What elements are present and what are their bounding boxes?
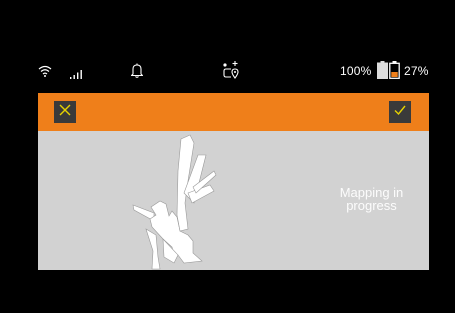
battery-2-percentage: 27% — [404, 64, 429, 78]
cancel-button[interactable] — [54, 101, 76, 123]
battery-icon — [389, 61, 400, 84]
wifi-icon — [38, 64, 52, 82]
map-area: Mapping in progress — [38, 131, 429, 270]
screen: 100% 27% Mapping in progress — [0, 0, 455, 313]
bell-icon — [130, 63, 144, 83]
mapping-status-message: Mapping in progress — [339, 185, 404, 213]
cellular-signal-icon — [70, 66, 84, 84]
battery-1-percentage: 100% — [340, 64, 372, 78]
map-scan-region — [145, 228, 161, 270]
checkmark-icon — [393, 103, 407, 122]
battery-icon — [377, 61, 388, 84]
robot-location-icon — [221, 60, 241, 85]
confirm-button[interactable] — [389, 101, 411, 123]
header-bar — [38, 93, 429, 131]
close-icon — [58, 103, 72, 122]
status-bar: 100% 27% — [0, 58, 455, 84]
